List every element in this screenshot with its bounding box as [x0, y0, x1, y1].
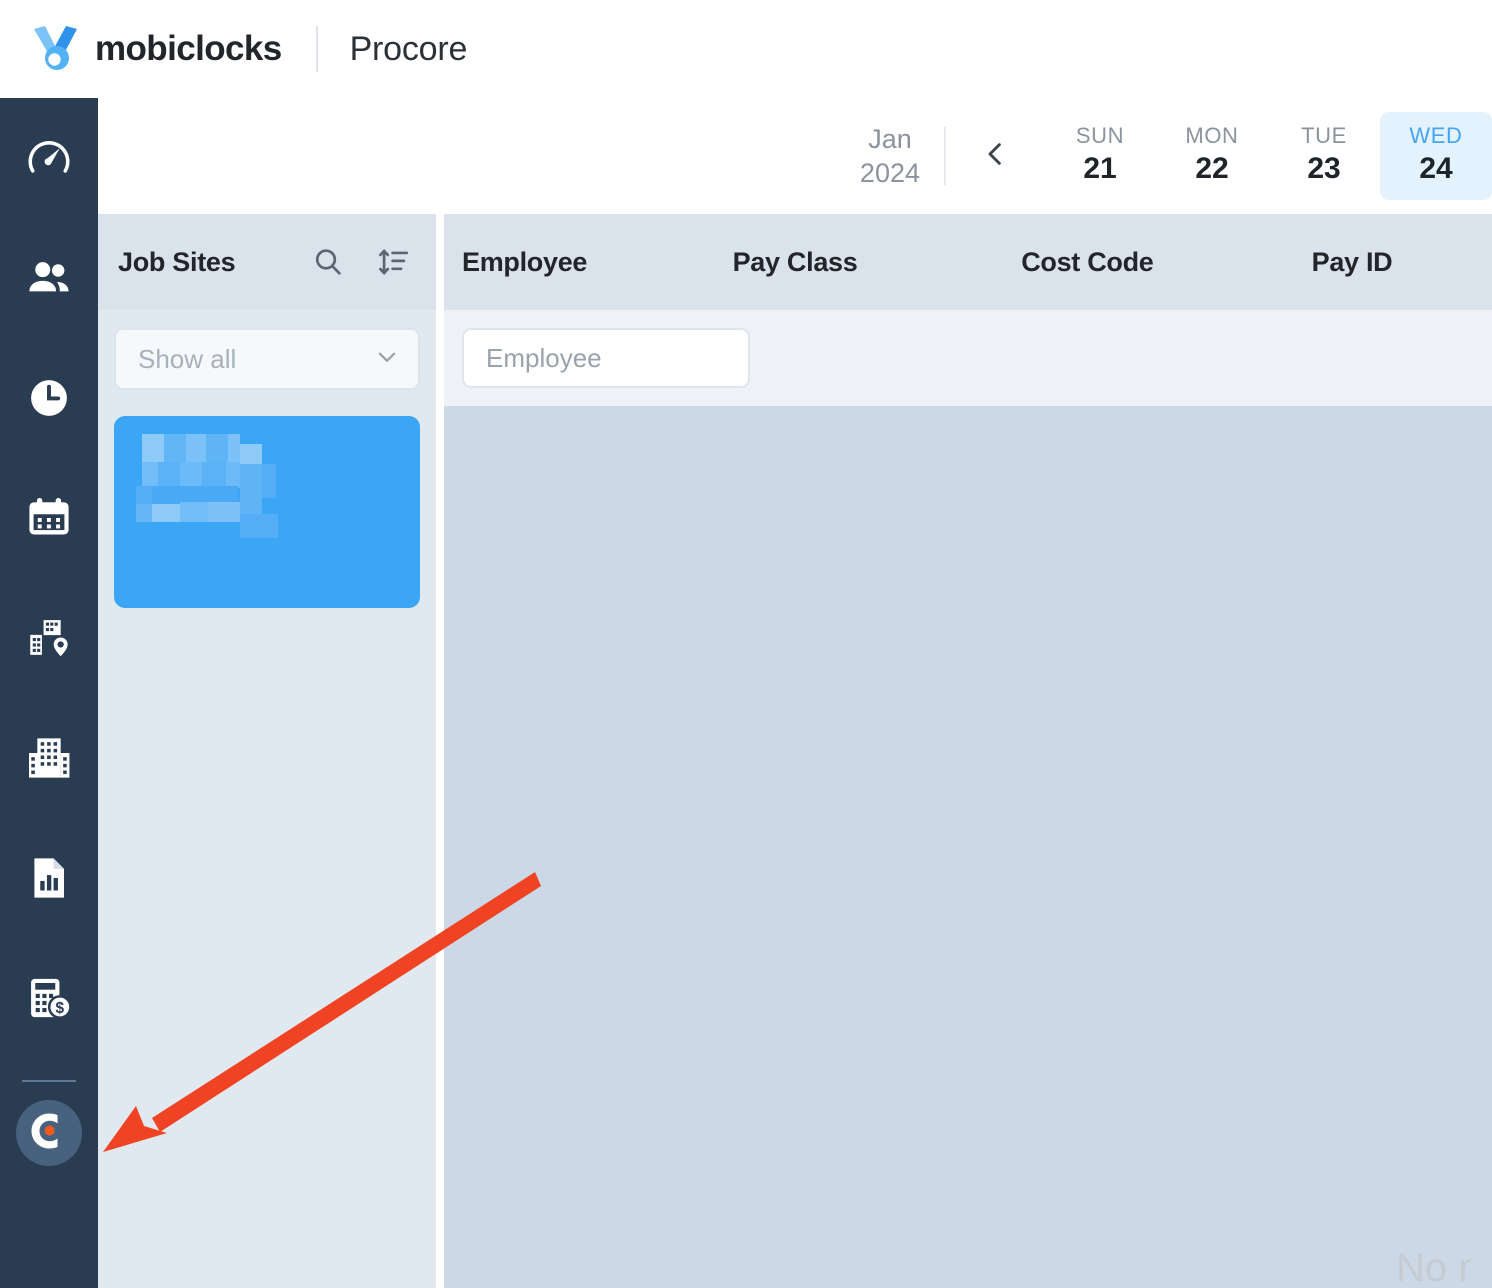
redaction-block: [142, 462, 158, 488]
redaction-block: [202, 462, 226, 488]
sidebar-nav: $: [0, 98, 98, 1288]
chevron-left-icon: [980, 139, 1010, 174]
redaction-block: [208, 502, 240, 522]
day-number: 21: [1083, 152, 1117, 185]
year-text: 2024: [859, 158, 920, 188]
day-column-wed-selected[interactable]: WED 24: [1380, 112, 1492, 200]
redaction-block: [152, 504, 180, 522]
current-month-label: Jan 2024: [860, 122, 920, 190]
day-columns: SUN 21 MON 22 TUE 23 WED 24: [1044, 112, 1492, 200]
redaction-block: [158, 462, 180, 488]
sidebar-item-procore-integration[interactable]: [16, 1100, 82, 1166]
sidebar-item-payroll[interactable]: $: [0, 938, 98, 1058]
brand-bar: mobiclocks Procore: [0, 0, 1492, 98]
day-number: 22: [1195, 152, 1229, 185]
sidebar-item-dashboard[interactable]: [0, 98, 98, 218]
brand-name: mobiclocks: [95, 29, 282, 68]
month-divider: [944, 127, 946, 185]
sidebar-divider: [22, 1080, 76, 1082]
sidebar-item-employees[interactable]: [0, 218, 98, 338]
procore-logo-icon: [27, 1109, 71, 1158]
building-icon: [24, 733, 74, 783]
job-site-pin-icon: [24, 613, 74, 663]
job-sites-filter-area: Show all: [98, 310, 436, 406]
sidebar-item-job-sites[interactable]: [0, 578, 98, 698]
search-icon[interactable]: [308, 242, 348, 282]
day-column-tue[interactable]: TUE 23: [1268, 112, 1380, 200]
redaction-block: [180, 502, 208, 522]
people-icon: [24, 253, 74, 303]
table-filter-row: Employee: [444, 310, 1492, 406]
day-of-week: MON: [1185, 123, 1239, 148]
column-header-pay-class[interactable]: Pay Class: [733, 247, 1022, 278]
job-sites-header: Job Sites: [98, 214, 436, 310]
app-root: mobiclocks Procore $ Jan 2024 SUN 21 MON…: [0, 0, 1492, 1288]
column-header-employee[interactable]: Employee: [444, 247, 733, 278]
redaction-block: [240, 514, 278, 538]
empty-state-message: No r: [1396, 1246, 1472, 1288]
column-header-pay-id[interactable]: Pay ID: [1312, 247, 1492, 278]
redaction-block: [180, 462, 202, 488]
day-number: 24: [1419, 152, 1453, 185]
sidebar-item-time[interactable]: [0, 338, 98, 458]
clock-icon: [24, 373, 74, 423]
day-column-sun[interactable]: SUN 21: [1044, 112, 1156, 200]
redaction-block: [136, 504, 152, 522]
timesheet-table: Employee Pay Class Cost Code Pay ID Empl…: [444, 214, 1492, 1288]
redaction-block: [240, 444, 262, 466]
day-number: 23: [1307, 152, 1341, 185]
day-of-week: TUE: [1301, 123, 1347, 148]
job-site-card-redacted[interactable]: [114, 416, 420, 608]
sort-icon[interactable]: [374, 242, 414, 282]
prev-week-button[interactable]: [972, 133, 1018, 179]
job-sites-panel: Job Sites Show all: [98, 214, 436, 1288]
panel-divider: [436, 214, 444, 1288]
table-body: No r: [444, 406, 1492, 1288]
brand-divider: [315, 26, 318, 72]
app-name: Procore: [349, 29, 468, 68]
svg-text:$: $: [56, 1000, 65, 1017]
table-header-row: Employee Pay Class Cost Code Pay ID: [444, 214, 1492, 310]
employee-filter-input[interactable]: Employee: [462, 328, 750, 388]
dashboard-gauge-icon: [24, 133, 74, 183]
report-chart-icon: [24, 853, 74, 903]
chevron-down-icon: [374, 344, 400, 375]
day-column-mon[interactable]: MON 22: [1156, 112, 1268, 200]
day-of-week: SUN: [1075, 123, 1125, 148]
job-sites-filter-value: Show all: [138, 343, 237, 374]
redaction-block: [240, 464, 262, 516]
redaction-block: [226, 462, 240, 488]
mobiclocks-v-logo-icon: [28, 22, 82, 76]
job-sites-filter-select[interactable]: Show all: [114, 328, 420, 390]
date-navigation-bar: Jan 2024 SUN 21 MON 22 TUE 23 WED 24: [98, 98, 1492, 214]
column-header-cost-code[interactable]: Cost Code: [1021, 247, 1311, 278]
day-of-week: WED: [1409, 123, 1463, 148]
redaction-block: [262, 464, 276, 498]
job-sites-title: Job Sites: [118, 246, 236, 277]
sidebar-item-schedule[interactable]: [0, 458, 98, 578]
sidebar-item-reports[interactable]: [0, 818, 98, 938]
sidebar-item-company[interactable]: [0, 698, 98, 818]
payroll-dollar-icon: $: [24, 973, 74, 1023]
month-text: Jan: [868, 124, 912, 154]
calendar-icon: [24, 493, 74, 543]
